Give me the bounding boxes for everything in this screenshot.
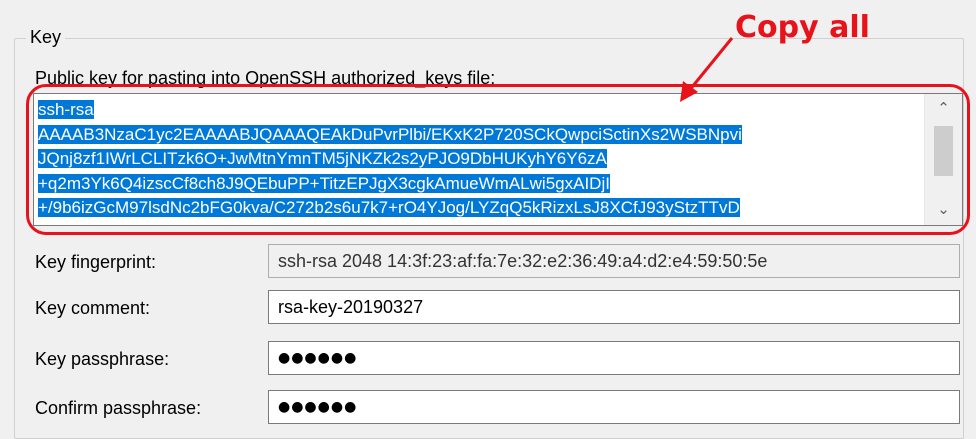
public-key-textarea[interactable]: ssh-rsa AAAAB3NzaC1yc2EAAAABJQAAAQEAkDuP… bbox=[33, 93, 963, 226]
public-key-line: JQnj8zf1IWrLCLITzk6O+JwMtnYmnTM5jNKZk2s2… bbox=[38, 149, 607, 168]
key-fingerprint-field[interactable]: ssh-rsa 2048 14:3f:23:af:fa:7e:32:e2:36:… bbox=[268, 244, 960, 278]
confirm-passphrase-field[interactable]: ●●●●●● bbox=[268, 390, 960, 424]
vertical-scrollbar[interactable]: ⌃ ⌄ bbox=[924, 94, 962, 225]
key-fingerprint-label: Key fingerprint: bbox=[35, 252, 157, 272]
key-group-title: Key bbox=[26, 26, 66, 48]
public-key-text[interactable]: ssh-rsa AAAAB3NzaC1yc2EAAAABJQAAAQEAkDuP… bbox=[38, 98, 921, 221]
copy-all-annotation: Copy all bbox=[735, 10, 870, 45]
public-key-line: +q2m3Yk6Q4izscCf8ch8J9QEbuPP+TitzEPJgX3c… bbox=[38, 173, 610, 193]
key-comment-label: Key comment: bbox=[35, 298, 151, 318]
public-key-label: Public key for pasting into OpenSSH auth… bbox=[35, 68, 496, 88]
chevron-up-icon[interactable]: ⌃ bbox=[925, 94, 962, 124]
public-key-line: +/9b6izGcM97lsdNc2bFG0kva/C272b2s6u7k7+r… bbox=[38, 198, 740, 217]
red-arrow-icon bbox=[680, 37, 734, 102]
key-passphrase-label: Key passphrase: bbox=[35, 349, 170, 369]
scrollbar-thumb[interactable] bbox=[934, 126, 953, 176]
public-key-line: AAAAB3NzaC1yc2EAAAABJQAAAQEAkDuPvrPlbi/E… bbox=[38, 124, 742, 144]
confirm-passphrase-label: Confirm passphrase: bbox=[35, 398, 202, 418]
key-passphrase-field[interactable]: ●●●●●● bbox=[268, 341, 960, 375]
key-comment-field[interactable]: rsa-key-20190327 bbox=[268, 290, 960, 324]
public-key-line: ssh-rsa bbox=[38, 100, 94, 119]
chevron-down-icon[interactable]: ⌄ bbox=[925, 195, 962, 225]
